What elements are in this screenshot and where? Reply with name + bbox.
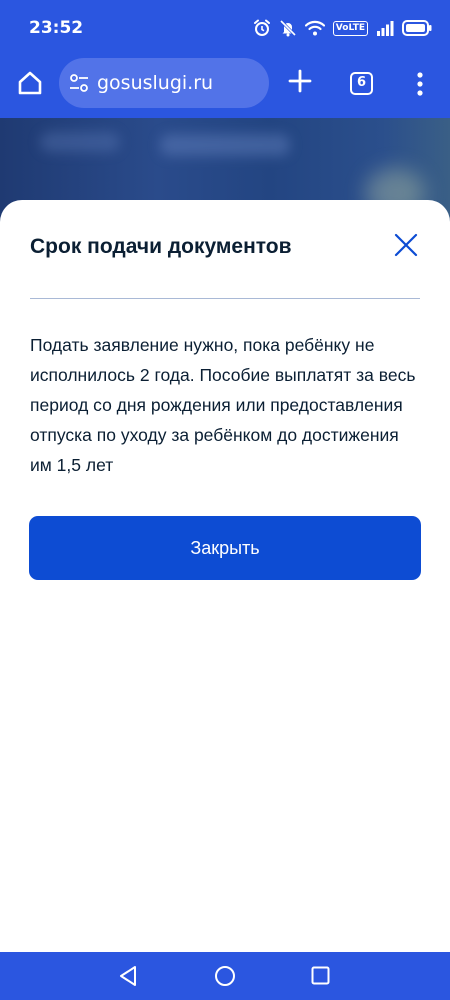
signal-icon bbox=[376, 20, 394, 36]
status-icons: VoLTE bbox=[253, 16, 432, 40]
close-icon[interactable] bbox=[394, 233, 418, 257]
bell-muted-icon bbox=[279, 19, 297, 37]
plus-icon[interactable] bbox=[287, 68, 313, 94]
system-nav-bar bbox=[0, 952, 450, 1000]
status-bar: 23:52 VoLTE bbox=[0, 0, 450, 56]
tabs-icon[interactable]: 6 bbox=[350, 72, 373, 95]
home-circle-icon[interactable] bbox=[214, 965, 236, 987]
address-bar[interactable]: gosuslugi.ru bbox=[59, 58, 269, 108]
dialog-body: Подать заявление нужно, пока ребёнку не … bbox=[30, 335, 416, 475]
battery-icon bbox=[402, 20, 432, 36]
recents-icon[interactable] bbox=[311, 966, 330, 985]
url-text[interactable]: gosuslugi.ru bbox=[97, 72, 213, 94]
back-icon[interactable] bbox=[118, 965, 138, 987]
divider bbox=[30, 298, 420, 299]
home-icon[interactable] bbox=[14, 67, 46, 99]
volte-badge: VoLTE bbox=[332, 20, 368, 36]
dialog-title: Срок подачи документов bbox=[30, 235, 292, 258]
more-vert-icon[interactable] bbox=[410, 70, 430, 98]
close-button[interactable]: Закрыть bbox=[29, 516, 421, 580]
browser-toolbar: gosuslugi.ru 6 bbox=[0, 56, 450, 118]
alarm-icon bbox=[253, 19, 271, 37]
site-settings-icon[interactable] bbox=[69, 73, 89, 93]
status-time: 23:52 bbox=[29, 18, 84, 38]
wifi-icon bbox=[304, 20, 325, 36]
bottom-sheet-dialog: Срок подачи документов Подать заявление … bbox=[0, 200, 450, 952]
